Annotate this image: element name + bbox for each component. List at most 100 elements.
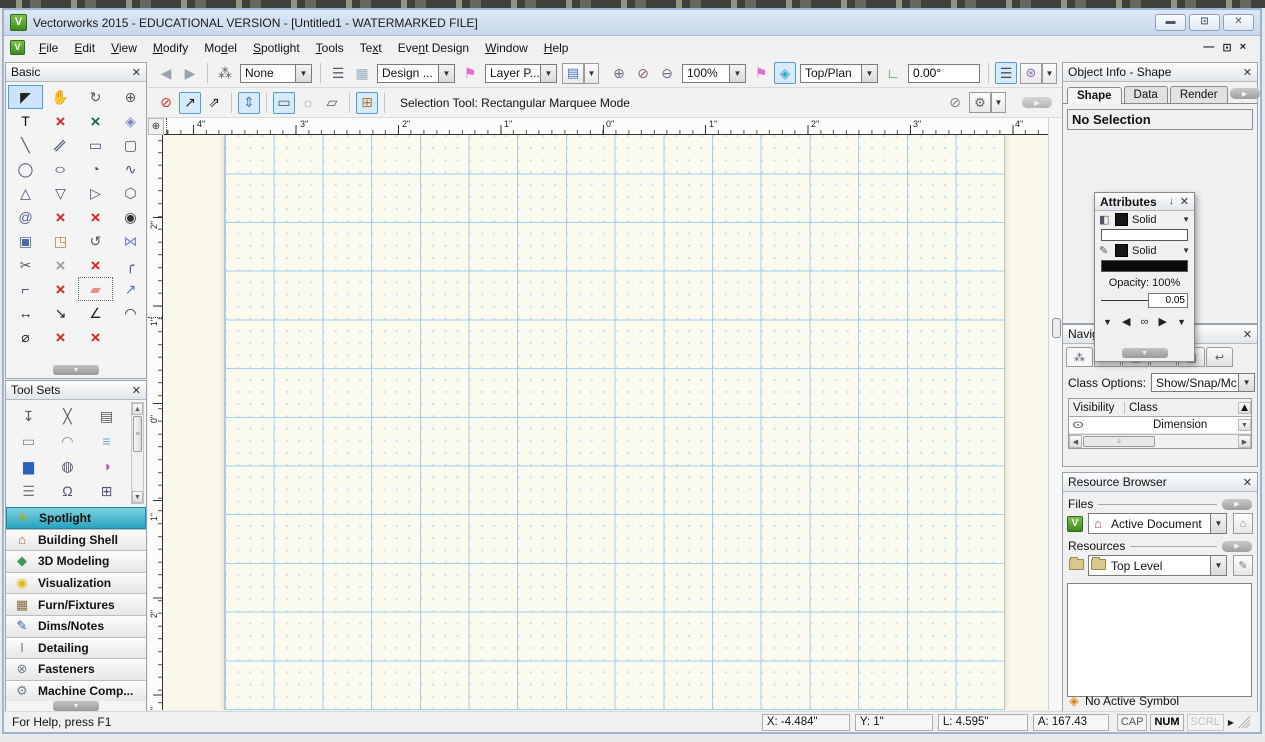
more-tabs-button[interactable]: ▶ (1230, 88, 1260, 99)
toolset-spotlight[interactable]: ☀Spotlight (6, 507, 146, 529)
lasso-marquee-icon[interactable]: ◌ (297, 92, 319, 114)
link-icon[interactable]: ∞ (1141, 316, 1149, 328)
visibility-tool[interactable]: ◉ (113, 205, 148, 229)
angular-dim-tool[interactable]: ∠ (78, 301, 113, 325)
arc-length-dim-tool[interactable]: ◠ (113, 301, 148, 325)
polygon-tool[interactable]: ▽ (43, 181, 78, 205)
back-icon[interactable]: ◀ (155, 62, 177, 84)
menu-view[interactable]: View (103, 38, 145, 58)
layer-options-select[interactable]: Layer P...▼ (485, 64, 557, 83)
clamp-tool[interactable]: Ω (48, 478, 87, 503)
spiral-tool[interactable]: @ (8, 205, 43, 229)
scroll-left-icon[interactable]: ◀ (1069, 435, 1082, 448)
menu-model[interactable]: Model (196, 38, 245, 58)
disabled-tool[interactable]: × (43, 253, 78, 277)
files-options-button[interactable]: ▶ (1222, 499, 1252, 510)
previous-icon[interactable]: ◀ (1122, 315, 1130, 328)
shape-pickup-tool[interactable]: ◳ (43, 229, 78, 253)
unavailable-tool[interactable]: × (78, 325, 113, 349)
line-tool[interactable]: ╲ (8, 133, 43, 157)
basic-palette-expand-button[interactable]: ▼ (53, 365, 99, 375)
tool-sets-scrollbar[interactable]: ▲ ≡ ▼ (131, 402, 144, 504)
splitter-handle[interactable] (1052, 318, 1061, 338)
resize-tool[interactable]: ↗ (113, 277, 148, 301)
menu-window[interactable]: Window (477, 38, 536, 58)
mdi-close-button[interactable]: × (1240, 41, 1246, 54)
oval-tool[interactable]: ○ (43, 157, 78, 181)
menu-tools[interactable]: Tools (308, 38, 352, 58)
focus-point-tool[interactable]: ╳ (48, 403, 87, 428)
tool-sets-expand-button[interactable]: ▼ (53, 701, 99, 711)
split-tool[interactable]: ✂ (8, 253, 43, 277)
soft-goods-tool[interactable]: ▆ (9, 453, 48, 478)
mode-bar-overflow-button[interactable]: ▶ (1022, 97, 1052, 108)
pen-style-select[interactable]: Solid (1132, 245, 1182, 257)
mdi-restore-button[interactable]: ⊡ (1222, 41, 1231, 54)
seating-section-tool[interactable]: ⊞ (87, 478, 126, 503)
interactive-scaling-icon[interactable]: ↗ (179, 92, 201, 114)
eye-icon[interactable]: ⊙ (1065, 420, 1092, 431)
rectangle-tool[interactable]: ▭ (78, 133, 113, 157)
resource-tool-button[interactable]: ✎ (1233, 555, 1253, 576)
files-select[interactable]: ⌂ Active Document ▼ (1088, 513, 1227, 534)
menu-modify[interactable]: Modify (145, 38, 196, 58)
home-button[interactable]: ⌂ (1233, 513, 1253, 534)
drawing-page[interactable] (224, 135, 1005, 710)
document-settings-button[interactable]: ▤▼ (562, 63, 599, 84)
toolset-visualization[interactable]: ◉Visualization (6, 572, 146, 594)
title-bar[interactable]: V Vectorworks 2015 - EDUCATIONAL VERSION… (4, 10, 1260, 36)
scroll-down-icon[interactable]: ▼ (132, 491, 143, 503)
freehand-tool[interactable]: ∿ (113, 157, 148, 181)
chamfer-tool[interactable]: ⌐ (8, 277, 43, 301)
scrollbar-thumb[interactable]: ≡ (1083, 436, 1155, 447)
minimize-button[interactable]: ▬ (1155, 14, 1186, 31)
zoom-page-icon[interactable]: ⊕ (608, 62, 630, 84)
polyline-tool[interactable]: ▷ (78, 181, 113, 205)
pin-icon[interactable]: ↓ (1169, 196, 1174, 207)
double-line-tool[interactable]: ∥ (43, 133, 78, 157)
pen-color-bar[interactable] (1101, 260, 1188, 272)
close-icon[interactable]: ✕ (1243, 476, 1252, 489)
saved-view-select[interactable]: None▼ (240, 64, 312, 83)
mirror-tool[interactable]: ⋈ (113, 229, 148, 253)
resource-browser-titlebar[interactable]: Resource Browser ✕ (1063, 473, 1257, 492)
toolset-fasteners[interactable]: ⊗Fasteners (6, 658, 146, 680)
menu-event-design[interactable]: Event Design (390, 38, 477, 58)
close-icon[interactable]: ✕ (132, 384, 141, 397)
basic-palette-titlebar[interactable]: Basic ✕ (6, 63, 146, 82)
toolset-dims-notes[interactable]: ✎Dims/Notes (6, 615, 146, 637)
scroll-up-icon[interactable]: ▲ (132, 403, 143, 415)
unavailable-tool[interactable]: × (43, 277, 78, 301)
view-select[interactable]: Top/Plan▼ (800, 64, 878, 83)
render-mode-button[interactable]: ⊛▼ (1020, 63, 1057, 84)
tool-sets-titlebar[interactable]: Tool Sets ✕ (6, 381, 146, 400)
cabinet-mode-icon[interactable]: ⊞ (356, 92, 378, 114)
chevron-down-icon[interactable]: ▼ (991, 92, 1006, 113)
restore-button[interactable]: ⊡ (1189, 14, 1220, 31)
chevron-down-icon[interactable]: ▼ (1042, 63, 1057, 84)
chevron-down-icon[interactable]: ▼ (584, 63, 599, 84)
attributes-expand-button[interactable]: ▼ (1122, 348, 1168, 358)
attributes-titlebar[interactable]: Attributes ↓ ✕ (1095, 193, 1194, 211)
tool-preferences-button[interactable]: ⚙▼ (969, 92, 1006, 113)
references-tab[interactable]: ↩ (1206, 347, 1233, 367)
measuring-tools[interactable]: ☰ (9, 478, 48, 503)
menu-help[interactable]: Help (536, 38, 577, 58)
select-similar-tool[interactable]: ▣ (8, 229, 43, 253)
selection-tool[interactable]: ◤ (8, 85, 43, 109)
scroll-right-icon[interactable]: ▶ (1238, 435, 1251, 448)
chevron-down-icon[interactable]: ▼ (1103, 317, 1112, 327)
unavailable-tool[interactable]: × (78, 205, 113, 229)
document-settings-button-icon[interactable]: ▤ (562, 63, 584, 84)
unavailable-tool[interactable]: × (43, 109, 78, 133)
chevron-down-icon[interactable]: ▼ (1182, 215, 1190, 224)
drawing-canvas[interactable] (163, 135, 1048, 710)
radial-dim-tool[interactable]: ⌀ (8, 325, 43, 349)
fill-color-bar[interactable] (1101, 229, 1188, 241)
arc-tool[interactable]: ◔ (78, 157, 113, 181)
scroll-down-icon[interactable]: ▼ (1238, 419, 1251, 431)
next-icon[interactable]: ▶ (1159, 315, 1167, 328)
tooltip-magnifier-icon[interactable]: ⊘ (944, 92, 966, 114)
text-tool[interactable]: T (8, 109, 43, 133)
saved-views-tab[interactable]: ⁂ (1066, 347, 1093, 367)
